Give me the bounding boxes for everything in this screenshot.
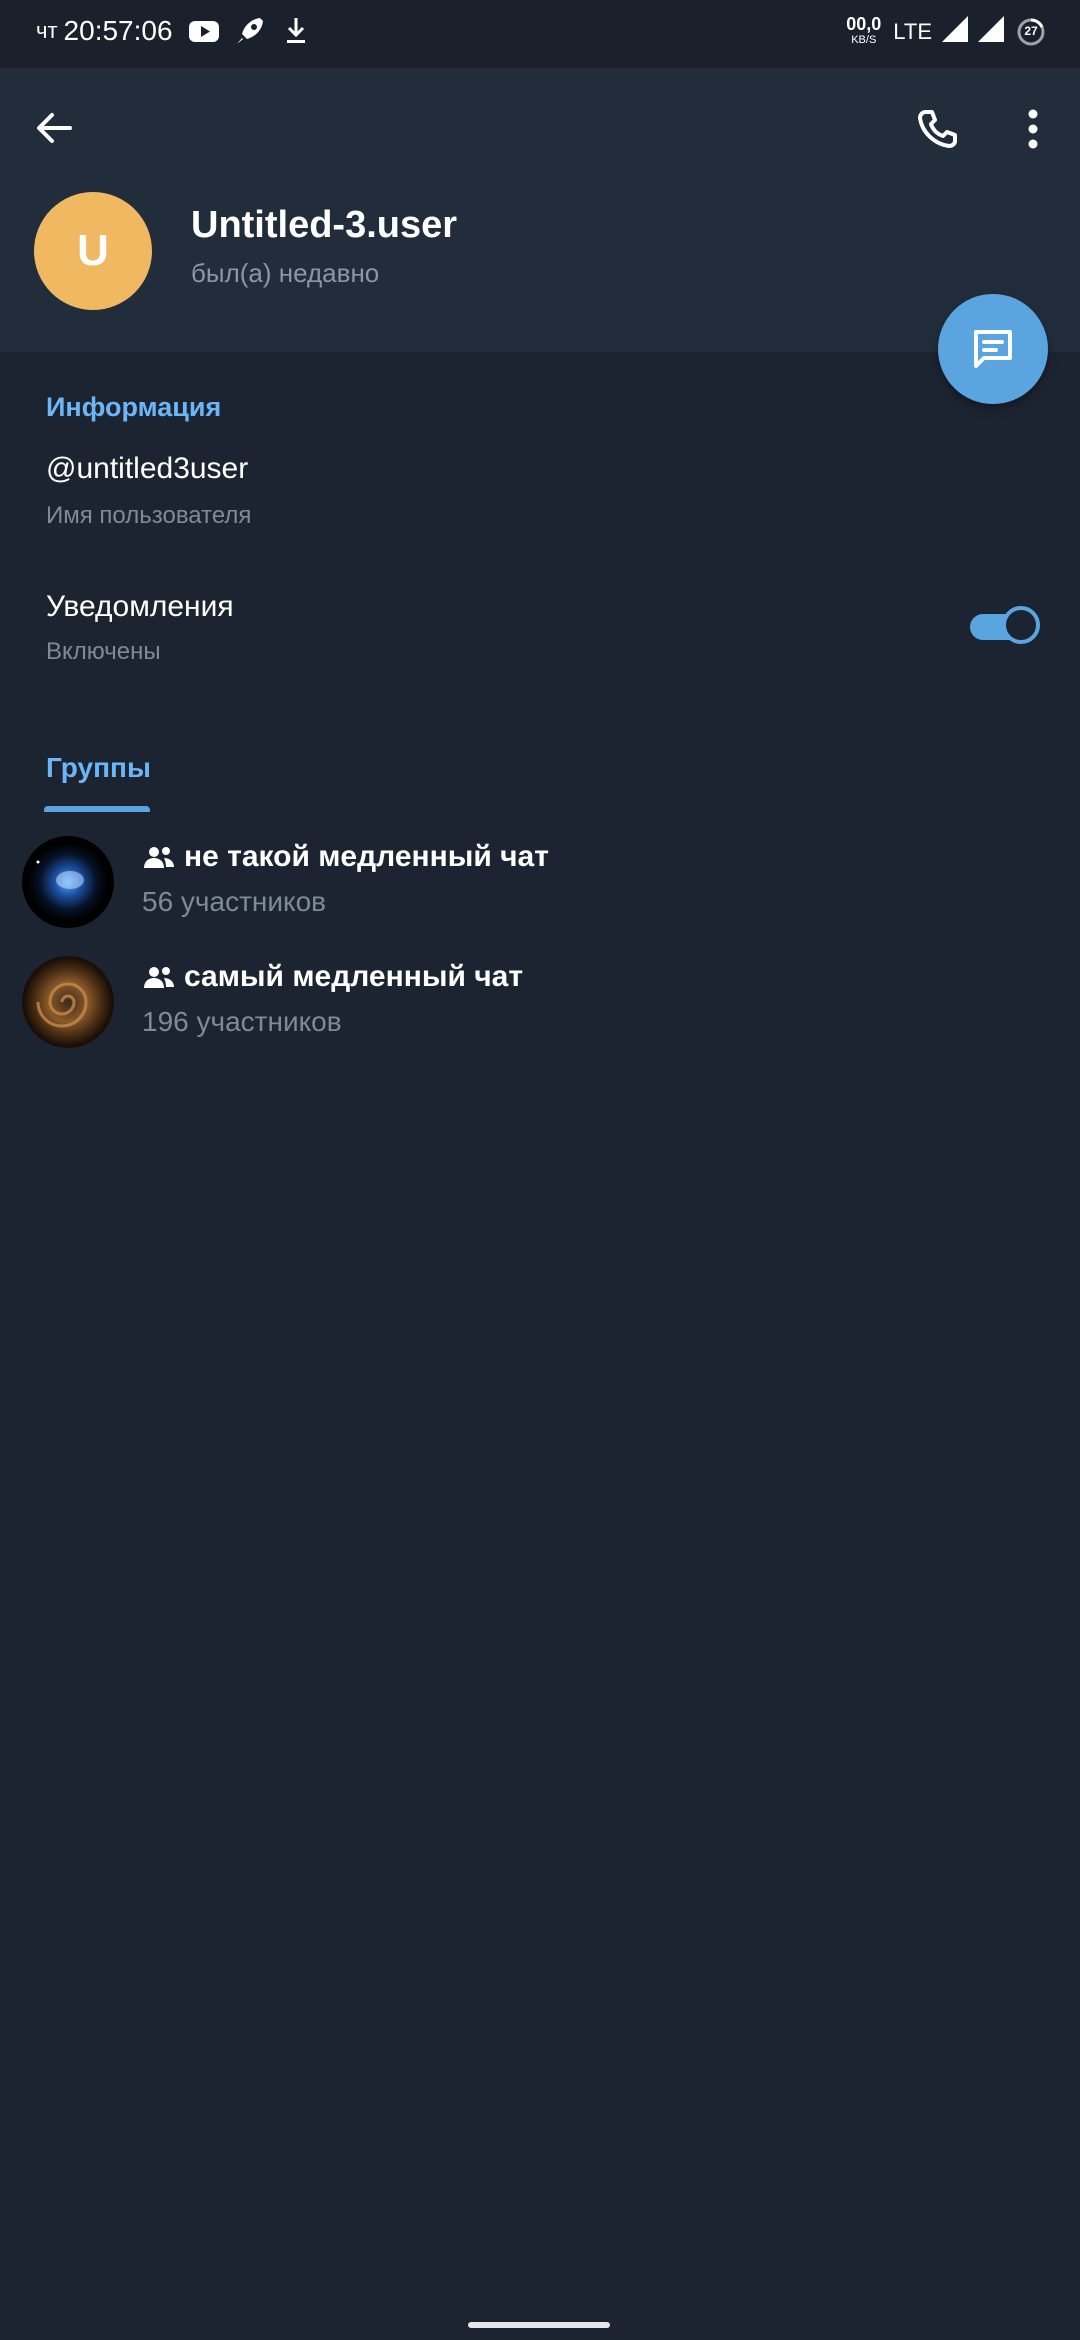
battery-icon: 27 xyxy=(1016,17,1046,47)
back-arrow-icon xyxy=(37,113,72,143)
back-button[interactable] xyxy=(30,104,78,152)
group-members: 196 участников xyxy=(142,1006,342,1037)
rocket-icon xyxy=(233,14,267,48)
signal-icon xyxy=(940,14,970,49)
message-icon xyxy=(974,330,1012,368)
more-menu-button[interactable] xyxy=(1010,104,1056,154)
toggle-knob xyxy=(1002,606,1040,644)
info-section-title: Информация xyxy=(46,392,222,422)
status-time: 20:57:06 xyxy=(63,15,173,46)
profile-name: Untitled-3.user xyxy=(191,204,458,246)
group-icon xyxy=(144,967,174,988)
call-button[interactable] xyxy=(912,104,962,154)
notifications-state: Включены xyxy=(46,638,161,665)
avatar[interactable]: U xyxy=(34,192,152,310)
download-icon xyxy=(279,14,313,48)
group-members: 56 участников xyxy=(142,886,327,917)
more-vertical-icon xyxy=(1028,109,1038,149)
youtube-icon xyxy=(187,14,221,48)
list-item[interactable]: самый медленный чат 196 участников xyxy=(0,946,1080,1064)
notifications-title: Уведомления xyxy=(46,590,234,623)
last-seen-status: был(а) недавно xyxy=(191,258,380,288)
tab-groups[interactable]: Группы xyxy=(46,752,151,784)
signal-icon-2 xyxy=(976,14,1006,49)
network-speed: 00,0 KB/S xyxy=(846,13,882,46)
username-value: @untitled3user xyxy=(46,452,249,485)
group-title: не такой медленный чат xyxy=(142,840,549,874)
profile-header: U Untitled-3.user был(а) недавно xyxy=(0,68,1080,352)
list-item[interactable]: не такой медленный чат 56 участников xyxy=(0,826,1080,944)
group-title: самый медленный чат xyxy=(142,960,523,994)
network-type: LTE xyxy=(893,18,932,44)
group-icon xyxy=(144,847,174,868)
group-avatar xyxy=(22,956,114,1048)
status-bar: чт 20:57:06 00,0 KB/S LTE 27 xyxy=(0,0,1080,68)
home-indicator[interactable] xyxy=(468,2322,610,2328)
username-label: Имя пользователя xyxy=(46,502,252,529)
status-day: чт xyxy=(36,18,58,43)
notifications-toggle[interactable] xyxy=(970,606,1040,646)
group-avatar xyxy=(22,836,114,928)
tab-indicator xyxy=(44,806,150,812)
phone-icon xyxy=(918,110,957,148)
send-message-button[interactable] xyxy=(938,294,1048,404)
